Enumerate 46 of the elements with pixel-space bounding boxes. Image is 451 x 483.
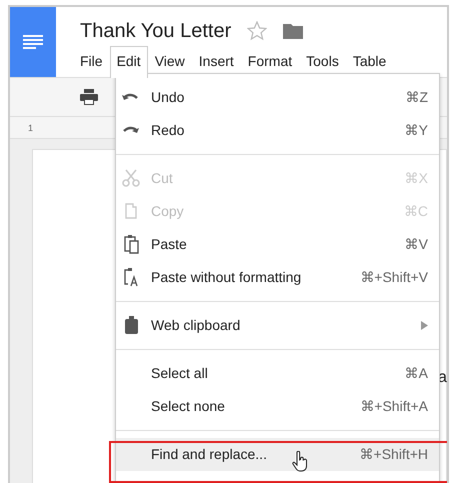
menu-item[interactable]: Paste ⌘V: [116, 228, 439, 261]
shortcut-text: ⌘V: [404, 235, 428, 254]
menu-item-label: Copy: [151, 202, 184, 221]
menu-item[interactable]: Select all ⌘A: [116, 357, 439, 390]
redo-icon: [122, 126, 140, 134]
menu-tab[interactable]: Edit: [110, 46, 148, 78]
ruler-number: 1: [28, 123, 34, 133]
clipboard-page-icon: [124, 234, 138, 254]
scissors-icon: [122, 169, 140, 187]
menu-item-label: Select all: [151, 364, 208, 383]
menu-item[interactable]: Select none ⌘+Shift+A: [116, 390, 439, 423]
shortcut-text: ⌘Y: [404, 121, 428, 140]
document-title[interactable]: Thank You Letter: [80, 21, 232, 41]
menu-tab[interactable]: Insert: [192, 46, 241, 76]
clipboard-letter-icon: [124, 267, 138, 287]
folder-icon[interactable]: [283, 23, 304, 39]
undo-icon: [122, 93, 140, 101]
clipboard-icon: [124, 315, 138, 335]
shortcut-text: ⌘Z: [405, 88, 428, 107]
menu-item-label: Paste without formatting: [151, 268, 302, 287]
menu-tab[interactable]: Format: [240, 46, 300, 76]
menu-tab[interactable]: View: [148, 46, 192, 76]
menu-item-label: Web clipboard: [151, 316, 240, 335]
menu-item[interactable]: Find and replace... ⌘+Shift+H: [116, 438, 439, 471]
menu-item-label: Undo: [151, 88, 184, 107]
docs-logo-icon[interactable]: [10, 7, 56, 77]
menu-tab[interactable]: Table: [346, 46, 394, 76]
page-icon: [125, 203, 137, 219]
menu-item-label: Redo: [151, 121, 184, 140]
shortcut-text: ⌘+Shift+V: [360, 268, 428, 287]
print-icon[interactable]: [80, 89, 98, 105]
menu-item[interactable]: Redo ⌘Y: [116, 114, 439, 147]
shortcut-text: ⌘A: [404, 364, 428, 383]
menu-item[interactable]: Paste without formatting ⌘+Shift+V: [116, 261, 439, 294]
shortcut-text: ⌘+Shift+H: [360, 445, 428, 464]
menu-tab[interactable]: File: [73, 46, 110, 76]
menu-item-label: Paste: [151, 235, 187, 254]
menu-tab[interactable]: Tools: [299, 46, 346, 76]
menu-item-label: Cut: [151, 169, 173, 188]
shortcut-text: ⌘+Shift+A: [360, 397, 428, 416]
hand-cursor-icon: [292, 451, 308, 472]
menu-item[interactable]: Undo ⌘Z: [116, 81, 439, 114]
menu-item-label: Select none: [151, 397, 225, 416]
star-icon[interactable]: [247, 20, 268, 41]
menu-item[interactable]: Web clipboard: [116, 309, 439, 342]
menu-item-label: Find and replace...: [151, 445, 267, 464]
